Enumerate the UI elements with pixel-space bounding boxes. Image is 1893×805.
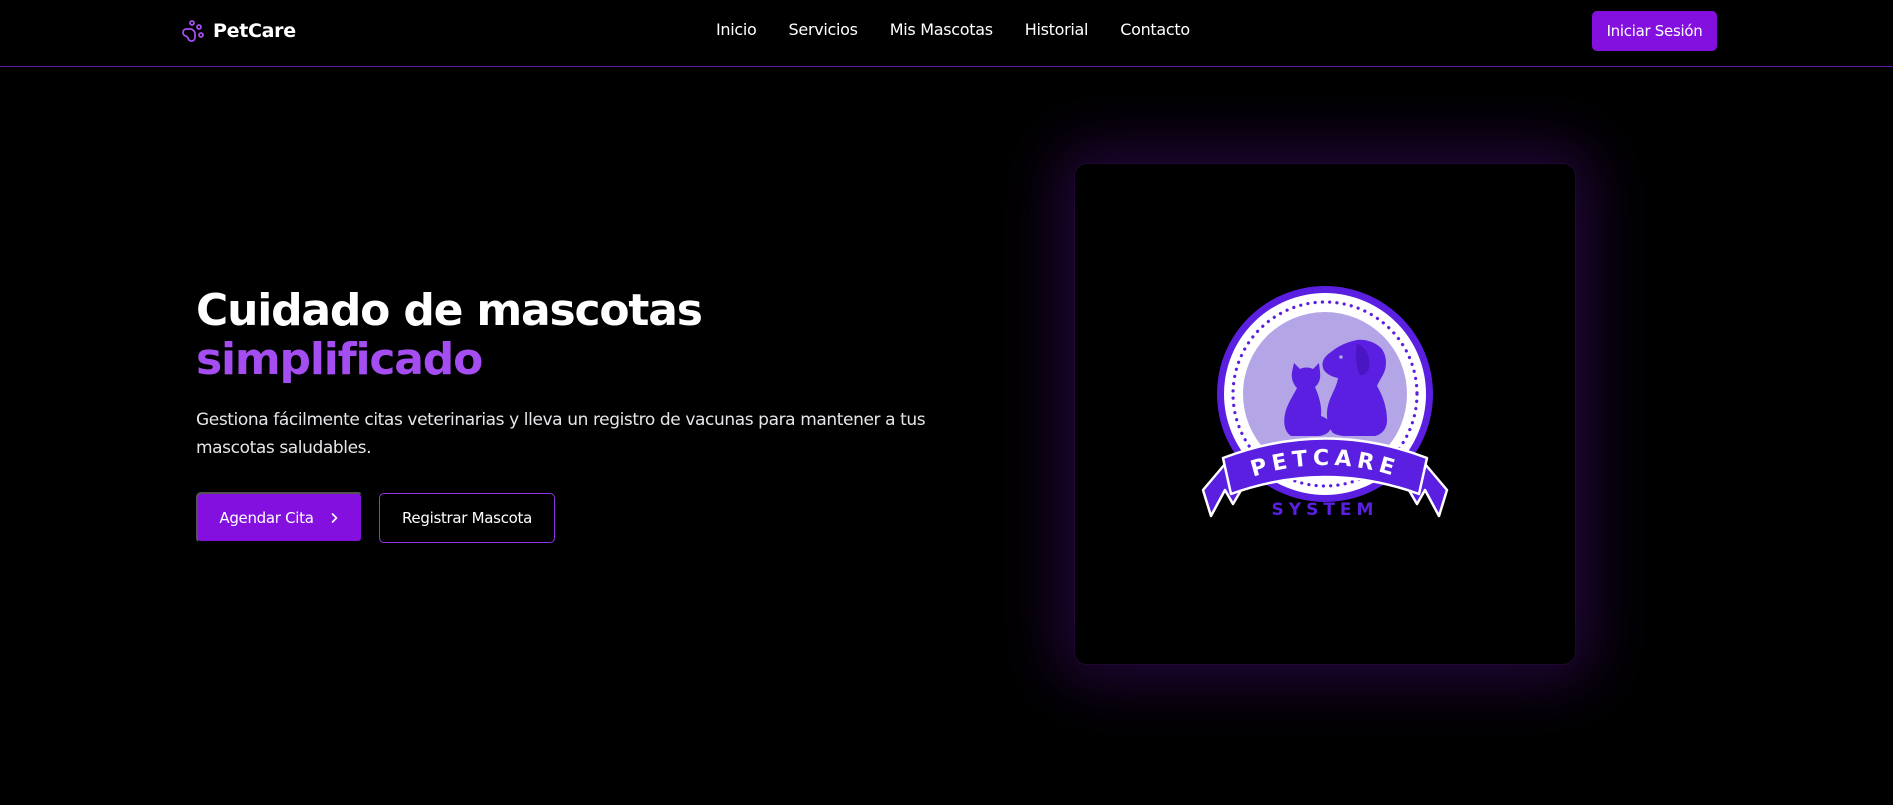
schedule-appointment-label: Agendar Cita xyxy=(219,508,314,527)
paw-icon xyxy=(182,20,204,42)
hero-title: Cuidado de mascotas simplificado xyxy=(196,285,703,385)
brand-name: PetCare xyxy=(213,20,296,42)
hero-title-line1: Cuidado de mascotas xyxy=(196,285,703,336)
hero-image-card: PETCARE SYSTEM xyxy=(1075,164,1575,664)
nav-link-contacto[interactable]: Contacto xyxy=(1120,20,1190,39)
chevron-right-icon xyxy=(331,512,337,523)
register-pet-button[interactable]: Registrar Mascota xyxy=(379,493,555,543)
nav-link-mis-mascotas[interactable]: Mis Mascotas xyxy=(890,20,993,39)
hero-description: Gestiona fácilmente citas veterinarias y… xyxy=(196,410,926,458)
brand-link[interactable]: PetCare xyxy=(181,19,296,43)
hero-title-highlight: simplificado xyxy=(196,334,483,385)
main-nav: Inicio Servicios Mis Mascotas Historial … xyxy=(716,20,1190,39)
nav-link-servicios[interactable]: Servicios xyxy=(789,20,858,39)
login-button[interactable]: Iniciar Sesión xyxy=(1592,11,1717,51)
logo-text-system: SYSTEM xyxy=(1272,500,1379,520)
navbar: PetCare Inicio Servicios Mis Mascotas Hi… xyxy=(0,0,1893,67)
dog-eye xyxy=(1339,355,1343,359)
nav-link-historial[interactable]: Historial xyxy=(1025,20,1089,39)
schedule-appointment-button[interactable]: Agendar Cita xyxy=(196,492,363,543)
petcare-logo: PETCARE SYSTEM xyxy=(1201,286,1449,520)
nav-link-inicio[interactable]: Inicio xyxy=(716,20,757,39)
